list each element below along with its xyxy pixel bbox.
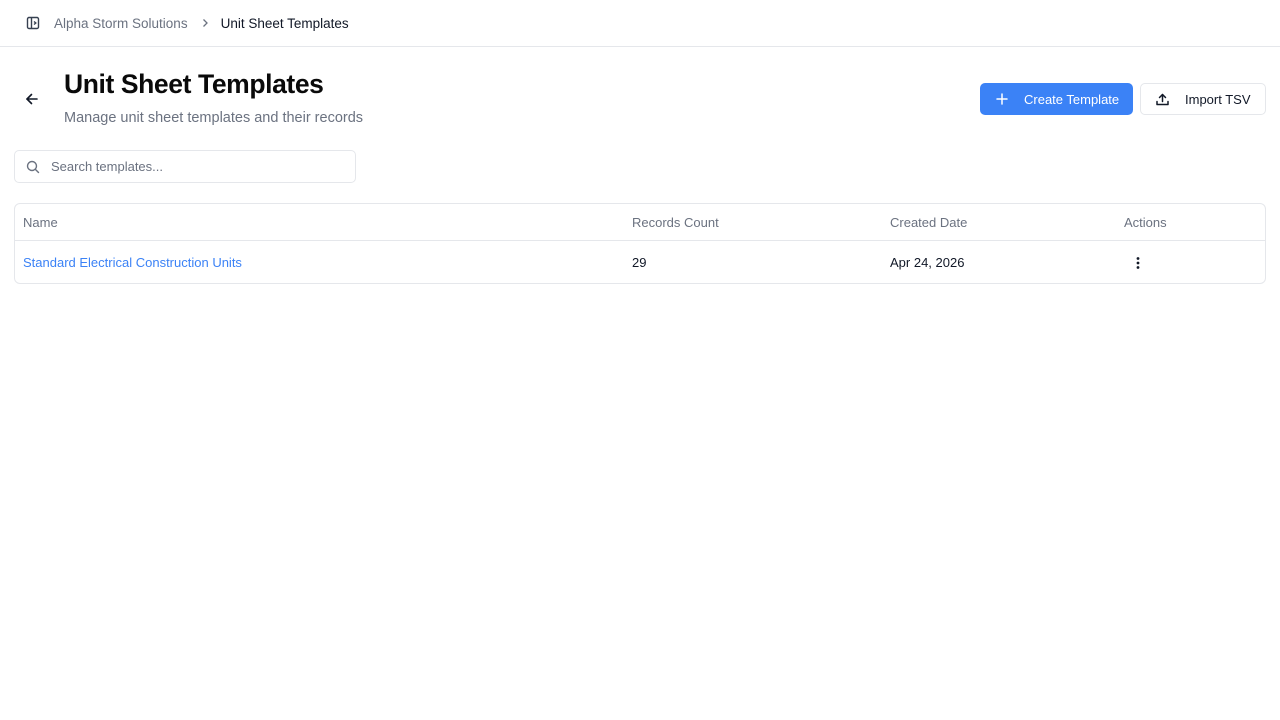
plus-icon [995, 92, 1009, 106]
chevron-right-icon [201, 18, 209, 28]
upload-icon [1155, 92, 1170, 107]
breadcrumb-current: Unit Sheet Templates [220, 15, 349, 31]
import-tsv-label: Import TSV [1185, 91, 1251, 107]
sidebar-toggle-icon[interactable] [26, 16, 40, 30]
search-icon [26, 160, 40, 174]
templates-table: Name Records Count Created Date Actions … [14, 203, 1266, 284]
page-header: Unit Sheet Templates Manage unit sheet t… [0, 47, 1280, 150]
template-name-link[interactable]: Standard Electrical Construction Units [23, 255, 242, 270]
breadcrumb-org[interactable]: Alpha Storm Solutions [54, 16, 188, 31]
column-header-records-count: Records Count [632, 214, 719, 230]
create-template-label: Create Template [1024, 91, 1120, 107]
breadcrumb: Alpha Storm Solutions Unit Sheet Templat… [54, 16, 349, 31]
records-count: 29 [632, 255, 647, 270]
arrow-left-icon[interactable] [24, 91, 40, 107]
page-subtitle: Manage unit sheet templates and their re… [64, 110, 364, 126]
created-date: Apr 24, 2026 [890, 255, 965, 270]
table-header-row: Name Records Count Created Date Actions [15, 204, 1265, 241]
create-template-button[interactable]: Create Template [980, 83, 1133, 115]
column-header-name: Name [23, 214, 58, 230]
more-vertical-icon[interactable] [1131, 255, 1145, 271]
column-header-actions: Actions [1124, 214, 1167, 230]
search-input[interactable] [51, 159, 331, 174]
search-box [14, 150, 356, 183]
table-row: Standard Electrical Construction Units 2… [15, 241, 1265, 283]
import-tsv-button[interactable]: Import TSV [1140, 83, 1266, 115]
page-title: Unit Sheet Templates [64, 69, 324, 99]
top-bar: Alpha Storm Solutions Unit Sheet Templat… [0, 0, 1280, 47]
column-header-created-date: Created Date [890, 214, 968, 230]
